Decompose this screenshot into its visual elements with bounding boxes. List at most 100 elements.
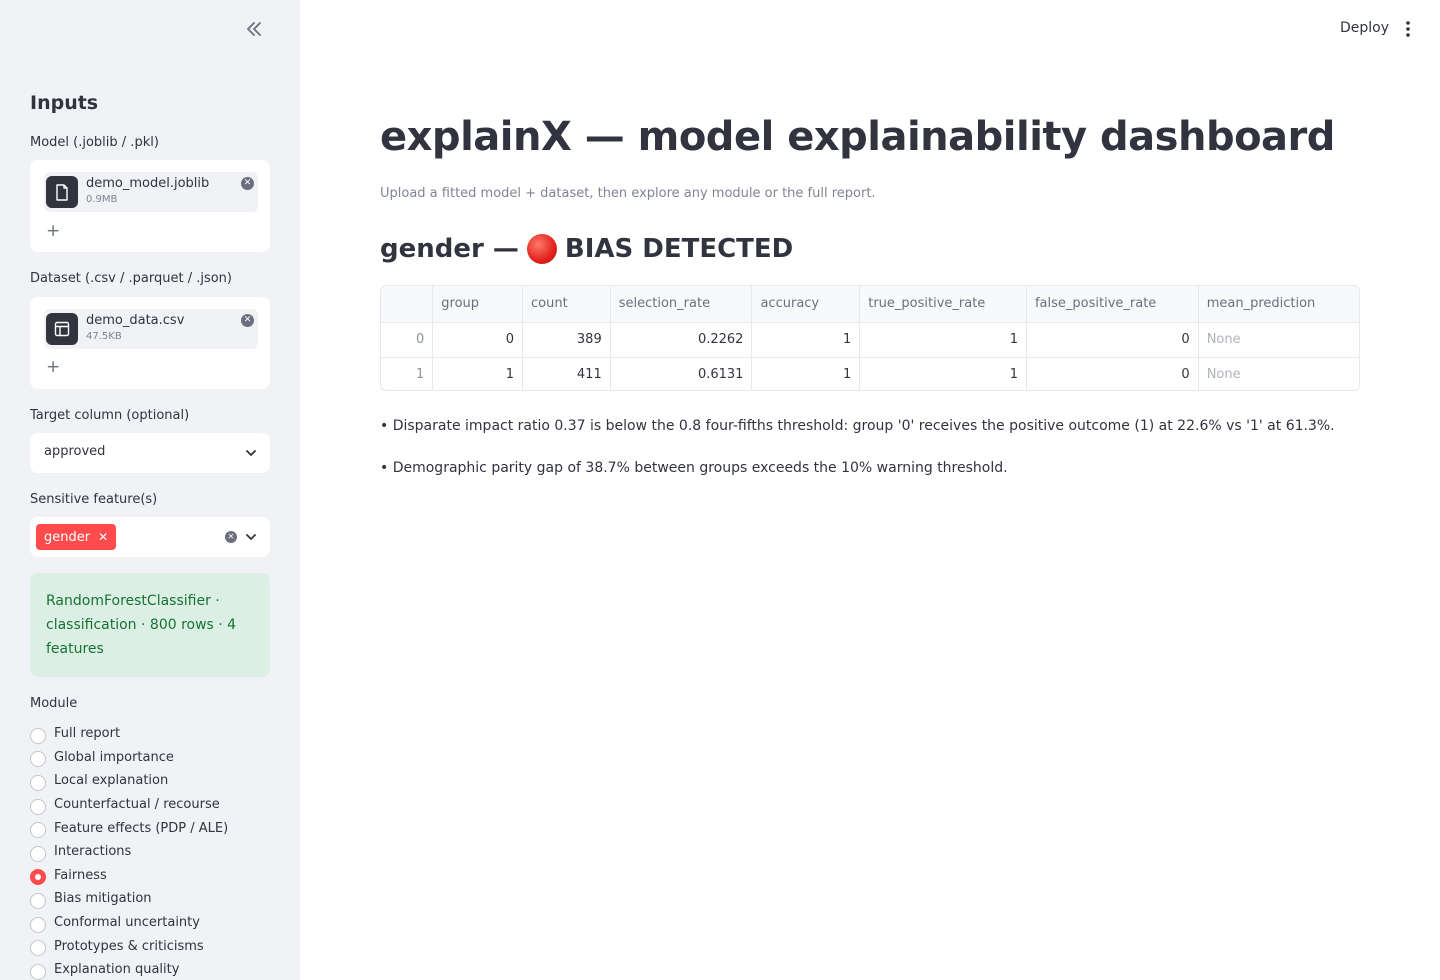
dataset-file-chip: demo_data.csv 47.5KB ✕ [44,309,258,349]
finding-parity-gap: • Demographic parity gap of 38.7% betwee… [380,460,1008,476]
module-option-label: Fairness [54,867,107,883]
table-cell[interactable]: 1 [751,357,861,390]
module-option[interactable]: Feature effects (PDP / ALE) [30,816,228,840]
kebab-menu-icon [1406,21,1410,37]
module-option[interactable]: Prototypes & criticisms [30,934,228,958]
radio-unselected-icon [30,822,46,839]
bias-status: BIAS DETECTED [564,234,794,264]
model-file-size: 0.9MB [86,194,118,205]
main-menu-button[interactable] [1400,19,1416,39]
file-icon [46,176,78,208]
module-option-label: Global importance [54,749,174,765]
table-cell[interactable]: None [1198,322,1359,358]
dataset-file-size: 47.5KB [86,331,122,342]
table-row: 0 0 389 0.2262 1 1 0 None [381,322,1359,358]
sensitive-features-multiselect[interactable]: gender ✕ ✕ [30,517,270,557]
table-cell[interactable]: 0 [432,322,523,358]
radio-unselected-icon [30,774,46,791]
table-cell[interactable]: 0 [381,322,434,358]
table-cell[interactable]: 1 [751,322,861,358]
target-column-value: approved [44,444,106,459]
section-heading: gender — BIAS DETECTED [380,234,793,264]
table-cell[interactable]: 0 [1026,322,1199,358]
table-cell[interactable]: 0.2262 [610,322,753,358]
module-option-label: Conformal uncertainty [54,915,200,931]
tag-label: gender [44,529,91,545]
module-option-label: Explanation quality [54,962,180,978]
add-dataset-file-button[interactable]: + [46,357,60,377]
module-option[interactable]: Bias mitigation [30,887,228,911]
module-option[interactable]: Interactions [30,840,228,864]
table-cell[interactable]: None [1198,357,1359,390]
target-column-select[interactable]: approved [30,433,270,473]
radio-unselected-icon [30,727,46,744]
table-header-cell[interactable]: accuracy [751,286,861,323]
table-cell[interactable]: 411 [522,357,611,390]
chevron-down-icon [246,450,256,457]
clear-all-icon[interactable]: ✕ [225,531,237,543]
sidebar-heading: Inputs [30,92,99,114]
table-header-cell[interactable]: group [432,286,523,323]
fairness-table[interactable]: group count selection_rate accuracy true_pos… [380,285,1360,391]
radio-unselected-icon [30,940,46,957]
module-option-label: Feature effects (PDP / ALE) [54,820,229,836]
module-option[interactable]: Global importance [30,746,228,770]
radio-unselected-icon [30,963,46,980]
table-header-row: group count selection_rate accuracy true_pos… [381,286,1359,323]
sidebar: Inputs Model (.joblib / .pkl) demo_model… [0,0,300,980]
sensitive-features-label: Sensitive feature(s) [30,492,158,507]
table-cell[interactable]: 1 [381,357,434,390]
table-cell[interactable]: 1 [859,322,1027,358]
table-row: 1 1 411 0.6131 1 1 0 None [381,357,1359,390]
dataset-uploader[interactable]: demo_data.csv 47.5KB ✕ + [30,297,270,389]
radio-selected-icon [30,869,46,886]
module-option-label: Local explanation [54,773,169,789]
radio-unselected-icon [30,916,46,933]
table-header-cell[interactable]: selection_rate [610,286,753,323]
radio-unselected-icon [30,892,46,909]
model-uploader[interactable]: demo_model.joblib 0.9MB ✕ + [30,160,270,252]
dataset-file-name: demo_data.csv [86,313,185,328]
module-option-label: Full report [54,726,121,742]
table-cell[interactable]: 0 [1026,357,1199,390]
module-option-label: Interactions [54,844,132,860]
module-option[interactable]: Counterfactual / recourse [30,793,228,817]
table-header-cell[interactable]: true_positive_rate [859,286,1027,323]
double-chevron-left-icon [247,22,261,36]
module-option-label: Counterfactual / recourse [54,797,220,813]
remove-tag-icon[interactable]: ✕ [98,530,108,544]
collapse-sidebar-button[interactable] [243,18,265,40]
module-option-label: Prototypes & criticisms [54,938,204,954]
table-header-cell[interactable]: count [522,286,611,323]
model-upload-label: Model (.joblib / .pkl) [30,135,159,150]
model-file-name: demo_model.joblib [86,176,210,191]
radio-unselected-icon [30,751,46,768]
table-cell[interactable]: 1 [859,357,1027,390]
table-header-cell[interactable]: mean_prediction [1198,286,1359,323]
model-info-box: RandomForestClassifier · classification … [30,573,270,677]
remove-file-icon[interactable]: ✕ [241,314,254,327]
table-body: 0 0 389 0.2262 1 1 0 None 1 1 411 0.6131 1 1 0 None [381,322,1359,390]
module-option[interactable]: Fairness [30,864,228,888]
deploy-button[interactable]: Deploy [1340,20,1389,36]
table-header-cell[interactable] [381,286,434,323]
table-header-cell[interactable]: false_positive_rate [1026,286,1199,323]
table-cell[interactable]: 0.6131 [610,357,753,390]
chevron-down-icon [246,534,256,541]
table-cell[interactable]: 1 [432,357,523,390]
module-option[interactable]: Full report [30,722,228,746]
module-option[interactable]: Conformal uncertainty [30,911,228,935]
module-option[interactable]: Local explanation [30,769,228,793]
add-model-file-button[interactable]: + [46,221,60,241]
sensitive-feature-tag: gender ✕ [36,524,117,550]
radio-unselected-icon [30,845,46,862]
table-cell[interactable]: 389 [522,322,611,358]
module-option[interactable]: Explanation quality [30,958,228,980]
red-circle-icon [526,234,557,264]
table-icon [46,313,78,345]
page-caption: Upload a fitted model + dataset, then ex… [380,186,876,201]
finding-disparate-impact: • Disparate impact ratio 0.37 is below t… [380,418,1335,434]
remove-file-icon[interactable]: ✕ [241,177,254,190]
page-title: explainX — model explainability dashboar… [380,114,1335,160]
target-column-label: Target column (optional) [30,408,190,423]
